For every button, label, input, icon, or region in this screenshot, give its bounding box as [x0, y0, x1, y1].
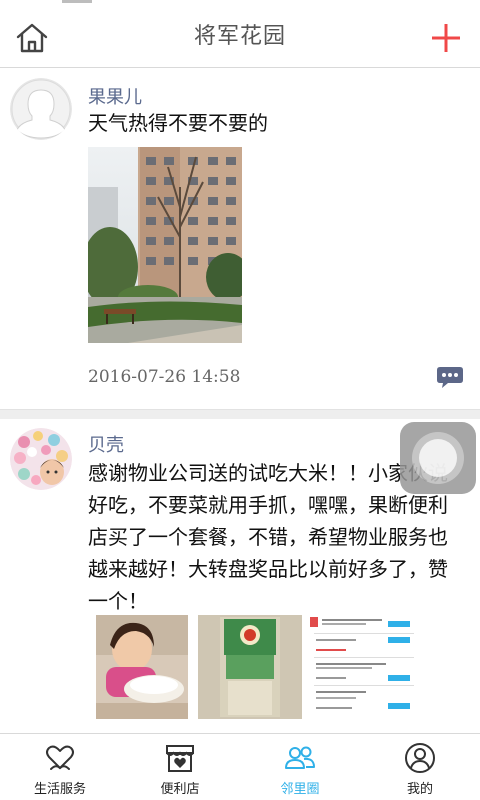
nav-bar: 将军花园 — [0, 8, 480, 68]
user-icon — [405, 743, 435, 773]
bottom-tab-bar: 生活服务 便利店 邻里圈 我的 — [0, 733, 480, 800]
comment-button[interactable] — [436, 365, 464, 389]
post-photo[interactable] — [310, 615, 418, 719]
avatar[interactable] — [10, 78, 72, 140]
page-title: 将军花园 — [193, 24, 286, 49]
tab-neighborhood[interactable]: 邻里圈 — [240, 734, 360, 800]
post-photo[interactable] — [96, 615, 188, 719]
post-photo-grid — [96, 615, 418, 719]
user-avatar-image — [10, 428, 72, 490]
people-icon — [285, 746, 315, 769]
post-card: 果果儿 天气热得不要不要的 2016-07-26 14:58 — [0, 69, 480, 409]
home-icon — [16, 23, 48, 53]
home-button[interactable] — [12, 18, 52, 58]
rice-bag-photo — [198, 615, 302, 719]
post-divider — [0, 409, 480, 419]
add-post-button[interactable] — [426, 18, 466, 58]
order-screenshot — [310, 615, 418, 719]
avatar[interactable] — [10, 428, 72, 490]
post-timestamp: 2016-07-26 14:58 — [88, 367, 241, 387]
plus-icon — [432, 24, 460, 52]
post-photo[interactable] — [88, 147, 242, 343]
floating-assistive-button[interactable] — [400, 422, 476, 494]
status-bar — [0, 0, 480, 8]
post-text: 天气热得不要不要的 — [88, 111, 268, 135]
tab-label: 便利店 — [160, 782, 200, 797]
tab-label: 邻里圈 — [280, 782, 320, 797]
post-username[interactable]: 贝壳 — [88, 431, 124, 457]
child-eating-rice-photo — [96, 615, 188, 719]
post-username[interactable]: 果果儿 — [88, 83, 142, 109]
default-avatar-icon — [10, 78, 72, 140]
tab-convenience-store[interactable]: 便利店 — [120, 734, 240, 800]
tab-label: 生活服务 — [33, 782, 86, 797]
store-icon — [166, 745, 194, 772]
tab-label: 我的 — [406, 782, 433, 797]
tree-courtyard-photo — [88, 147, 242, 343]
tab-mine[interactable]: 我的 — [360, 734, 480, 800]
assistive-touch-icon — [412, 432, 464, 484]
feed[interactable]: 果果儿 天气热得不要不要的 2016-07-26 14:58 贝壳 感谢物业公司… — [0, 69, 480, 733]
tab-life-services[interactable]: 生活服务 — [0, 734, 120, 800]
heart-hands-icon — [46, 745, 74, 770]
post-photo[interactable] — [198, 615, 302, 719]
comment-icon — [437, 367, 463, 388]
